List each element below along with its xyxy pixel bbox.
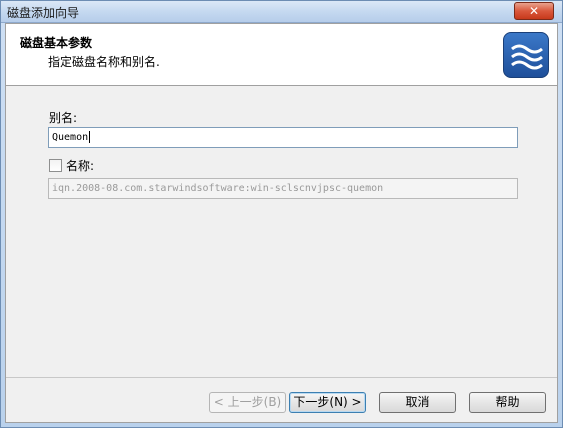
next-button[interactable]: 下一步(N) > xyxy=(289,392,366,413)
name-checkbox-row[interactable]: 名称: xyxy=(49,157,94,173)
alias-value: Quemon xyxy=(52,132,89,143)
name-label: 名称: xyxy=(66,158,95,173)
alias-label: 别名: xyxy=(49,111,78,125)
back-button: < 上一步(B) xyxy=(209,392,286,413)
name-input: iqn.2008-08.com.starwindsoftware:win-scl… xyxy=(48,178,518,199)
starwind-waves-icon xyxy=(503,32,549,78)
page-subtitle: 指定磁盘名称和别名. xyxy=(48,55,160,69)
name-checkbox[interactable] xyxy=(49,158,62,172)
close-icon: ✕ xyxy=(528,4,540,18)
wizard-content: 别名: Quemon 名称: iqn.2008-08.com.starwinds… xyxy=(6,87,557,422)
window-title: 磁盘添加向导 xyxy=(7,6,80,20)
title-bar[interactable]: 磁盘添加向导 ✕ xyxy=(1,1,562,23)
wizard-client-area: 磁盘基本参数 指定磁盘名称和别名. 别名: Quemon 名称: iqn.200… xyxy=(5,23,558,423)
wizard-header: 磁盘基本参数 指定磁盘名称和别名. xyxy=(6,24,557,86)
help-button[interactable]: 帮助 xyxy=(469,392,546,413)
page-title: 磁盘基本参数 xyxy=(20,36,93,50)
close-button[interactable]: ✕ xyxy=(514,2,554,20)
cancel-button[interactable]: 取消 xyxy=(379,392,456,413)
text-cursor xyxy=(89,131,91,143)
alias-input[interactable]: Quemon xyxy=(48,127,518,148)
footer-divider xyxy=(6,377,557,378)
wizard-window: 磁盘添加向导 ✕ 磁盘基本参数 指定磁盘名称和别名. 别名: Quemon 名称… xyxy=(0,0,563,428)
